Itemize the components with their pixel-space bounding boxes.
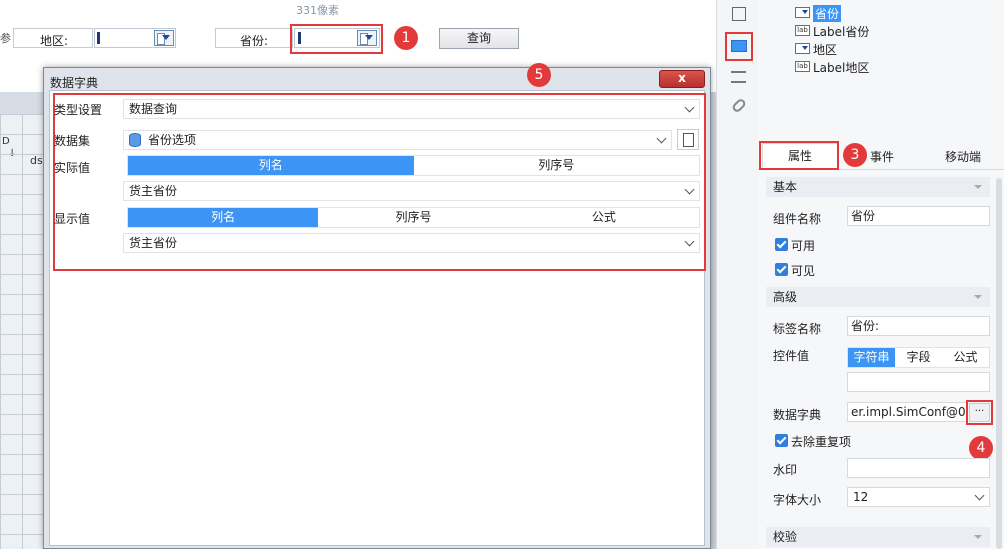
province-label: 省份: — [240, 34, 269, 48]
tab-display-formula[interactable]: 公式 — [509, 208, 699, 227]
font-size-value: 12 — [853, 490, 869, 504]
tab-events[interactable]: 事件 — [870, 148, 894, 165]
list-widget-icon[interactable] — [731, 71, 746, 83]
region-label-box — [13, 28, 93, 48]
tab-mobile[interactable]: 移动端 — [945, 148, 981, 165]
tree-item-label: Label地区 — [813, 61, 870, 75]
combo-icon — [795, 43, 810, 54]
actual-value-label: 实际值 — [54, 161, 91, 175]
region-combo-dropdown-icon[interactable] — [154, 30, 174, 46]
watermark-field[interactable] — [847, 458, 990, 478]
tree-item-label: 省份 — [813, 5, 842, 22]
type-label: 类型设置 — [54, 103, 103, 117]
tab-formula[interactable]: 公式 — [942, 348, 989, 367]
dedupe-label: 去除重复项 — [791, 435, 852, 449]
watermark-label: 水印 — [773, 463, 798, 477]
dataset-preview-button[interactable] — [677, 129, 699, 150]
component-name-label: 组件名称 — [773, 212, 822, 226]
control-value-field[interactable] — [847, 372, 990, 392]
dataset-select-value: 省份选项 — [148, 133, 197, 147]
chevron-down-icon — [684, 102, 695, 113]
text-cursor — [97, 32, 100, 44]
control-value-tabs: 字符串 字段 公式 — [847, 347, 990, 368]
chevron-down-icon — [656, 133, 667, 144]
display-value-tabs: 列名 列序号 公式 — [127, 207, 700, 228]
tab-actual-column-name[interactable]: 列名 — [128, 156, 414, 175]
data-dict-field[interactable]: er.impl.SimConf@0]] — [847, 402, 967, 422]
frame-icon[interactable] — [732, 7, 746, 21]
section-advanced-label: 高级 — [773, 290, 798, 304]
section-basic-label: 基本 — [773, 180, 798, 194]
tag-name-field[interactable]: 省份: — [847, 316, 990, 336]
highlight-province-combo — [290, 24, 383, 54]
tab-display-column-index[interactable]: 列序号 — [318, 208, 508, 227]
tab-actual-column-index[interactable]: 列序号 — [414, 156, 700, 175]
left-clip-text: 参 — [0, 32, 11, 45]
chevron-down-icon — [684, 184, 695, 195]
enabled-checkbox[interactable] — [775, 238, 788, 251]
actual-value-select[interactable]: 货主省份 — [123, 181, 700, 201]
ruler-label: 331像素 — [296, 4, 339, 17]
display-value-label: 显示值 — [54, 212, 91, 226]
section-validate[interactable]: 校验 — [766, 527, 990, 547]
tab-string[interactable]: 字符串 — [848, 348, 895, 367]
actual-value-select-value: 货主省份 — [129, 184, 178, 198]
font-size-label: 字体大小 — [773, 493, 822, 507]
collapse-icon — [974, 185, 982, 189]
display-value-select[interactable]: 货主省份 — [123, 233, 700, 253]
highlight-combo-widget — [725, 32, 753, 61]
badge-1: 1 — [394, 26, 418, 50]
grid-lines — [0, 114, 45, 549]
query-button[interactable]: 查询 — [439, 28, 519, 49]
tab-display-column-name[interactable]: 列名 — [128, 208, 319, 227]
data-dict-label: 数据字典 — [773, 408, 822, 422]
combo-icon — [795, 7, 810, 18]
tree-item-label: 地区 — [813, 43, 838, 57]
region-combo[interactable] — [94, 28, 176, 48]
component-name-field[interactable]: 省份 — [847, 206, 990, 226]
dialog-close-button[interactable]: x — [659, 70, 705, 88]
tab-field[interactable]: 字段 — [895, 348, 942, 367]
highlight-data-dict-button — [966, 400, 993, 425]
collapse-icon — [974, 535, 982, 539]
label-icon: lab — [795, 25, 810, 36]
dataset-label: 数据集 — [54, 134, 91, 148]
visible-label: 可见 — [791, 264, 816, 278]
tag-name-label: 标签名称 — [773, 322, 822, 336]
collapse-icon — [974, 295, 982, 299]
control-value-label: 控件值 — [773, 349, 810, 363]
tree-item-label: Label省份 — [813, 25, 870, 39]
badge-3: 3 — [843, 143, 867, 167]
font-size-select[interactable]: 12 — [847, 487, 990, 507]
visible-checkbox[interactable] — [775, 263, 788, 276]
actual-value-tabs: 列名 列序号 — [127, 155, 700, 176]
preview-icon — [683, 133, 694, 147]
highlight-properties-tab — [759, 141, 839, 170]
display-value-select-value: 货主省份 — [129, 236, 178, 250]
section-advanced[interactable]: 高级 — [766, 287, 990, 307]
dedupe-checkbox[interactable] — [775, 434, 788, 447]
enabled-label: 可用 — [791, 239, 816, 253]
panel-scrollbar[interactable] — [996, 178, 1002, 549]
database-icon — [129, 133, 141, 147]
close-icon: x — [678, 71, 686, 85]
type-select[interactable]: 数据查询 — [123, 99, 700, 119]
badge-4: 4 — [969, 436, 993, 460]
section-basic[interactable]: 基本 — [766, 177, 990, 197]
label-icon: lab — [795, 61, 810, 72]
dialog-title: 数据字典 — [50, 76, 99, 90]
section-validate-label: 校验 — [773, 530, 798, 544]
chevron-down-icon — [974, 490, 985, 501]
type-select-value: 数据查询 — [129, 102, 178, 116]
query-button-label: 查询 — [466, 31, 491, 45]
badge-5: 5 — [527, 63, 551, 87]
chevron-down-icon — [684, 236, 695, 247]
dataset-select[interactable]: 省份选项 — [123, 130, 672, 150]
